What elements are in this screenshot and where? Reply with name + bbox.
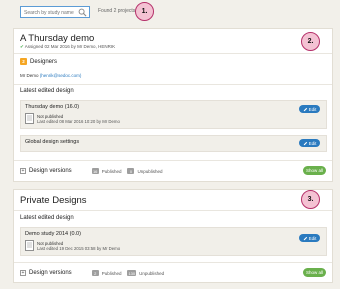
designer-entry: Mr Demo (henrik@sedoc.com) <box>20 73 81 78</box>
edit-button[interactable]: Edit <box>299 234 320 242</box>
designers-count-badge: 2 <box>20 58 27 65</box>
search-row: Found 2 projects <box>20 6 340 20</box>
design-title[interactable]: Thursday demo (16.0) <box>25 104 79 110</box>
pencil-icon <box>303 236 307 240</box>
project-title[interactable]: A Thursday demo <box>20 33 94 44</box>
design-versions-label[interactable]: Design versions <box>29 270 72 276</box>
latest-design-card: Thursday demo (16.0) Not published Last … <box>20 100 327 129</box>
plus-icon[interactable]: + <box>20 270 26 276</box>
design-versions-row: + Design versions 2 Published 130 Unpubl… <box>20 268 326 278</box>
unpublished-label: Unpublished <box>139 270 165 276</box>
designers-header: 2 Designers <box>20 58 57 65</box>
design-versions-label[interactable]: Design versions <box>29 168 72 174</box>
callout-badge-2: 2. <box>301 32 320 51</box>
pencil-icon <box>303 141 307 145</box>
project-card: Private Designs 3. Latest edited design … <box>13 189 333 283</box>
assigned-info: ✔Assigned 02 Mar 2016 by Mr Demo, HENRIK <box>20 44 116 49</box>
latest-edited-label: Latest edited design <box>20 215 74 221</box>
show-all-button[interactable]: Show all <box>303 166 326 175</box>
unpublished-count: 0 <box>127 168 135 174</box>
global-settings-title[interactable]: Global design settings <box>25 139 79 145</box>
global-settings-card: Global design settings Edit <box>20 135 327 152</box>
results-count: Found 2 projects <box>98 8 136 14</box>
document-icon <box>25 240 34 251</box>
published-label: Published <box>101 270 122 276</box>
unpublished-count: 130 <box>127 270 137 276</box>
divider <box>14 210 332 211</box>
designer-name: Mr Demo <box>20 73 39 78</box>
published-count: 16 <box>91 168 99 174</box>
callout-badge-1: 1. <box>135 2 154 21</box>
search-box[interactable] <box>20 6 90 18</box>
design-title[interactable]: Demo study 2014 (0.0) <box>25 231 81 237</box>
check-icon: ✔ <box>20 44 24 49</box>
published-label: Published <box>101 168 122 174</box>
latest-edited-label: Latest edited design <box>20 88 74 94</box>
last-edited: Last edited 08 Mar 2016 10:20 by Mr Demo <box>37 119 120 124</box>
unpublished-label: Unpublished <box>137 168 163 174</box>
designers-label: Designers <box>30 58 58 65</box>
divider <box>14 160 332 161</box>
pencil-icon <box>303 107 307 111</box>
latest-design-card: Demo study 2014 (0.0) Not published Last… <box>20 227 327 256</box>
document-icon <box>25 113 34 124</box>
divider <box>14 262 332 263</box>
search-icon[interactable] <box>78 8 87 17</box>
divider <box>14 84 332 85</box>
show-all-button[interactable]: Show all <box>303 268 326 277</box>
edit-global-settings-button[interactable]: Edit <box>299 139 320 147</box>
last-edited: Last edited 19 Dec 2015 03:58 by Mr Demo <box>37 246 121 251</box>
designer-email-link[interactable]: (henrik@sedoc.com) <box>40 73 82 78</box>
plus-icon[interactable]: + <box>20 168 26 174</box>
project-card: A Thursday demo ✔Assigned 02 Mar 2016 by… <box>13 28 333 182</box>
callout-badge-3: 3. <box>301 190 320 209</box>
search-input[interactable] <box>24 8 78 17</box>
edit-button[interactable]: Edit <box>299 105 320 113</box>
design-versions-row: + Design versions 16 Published 0 Unpubli… <box>20 166 326 176</box>
divider <box>14 53 332 54</box>
published-count: 2 <box>91 270 99 276</box>
project-title[interactable]: Private Designs <box>20 195 87 206</box>
